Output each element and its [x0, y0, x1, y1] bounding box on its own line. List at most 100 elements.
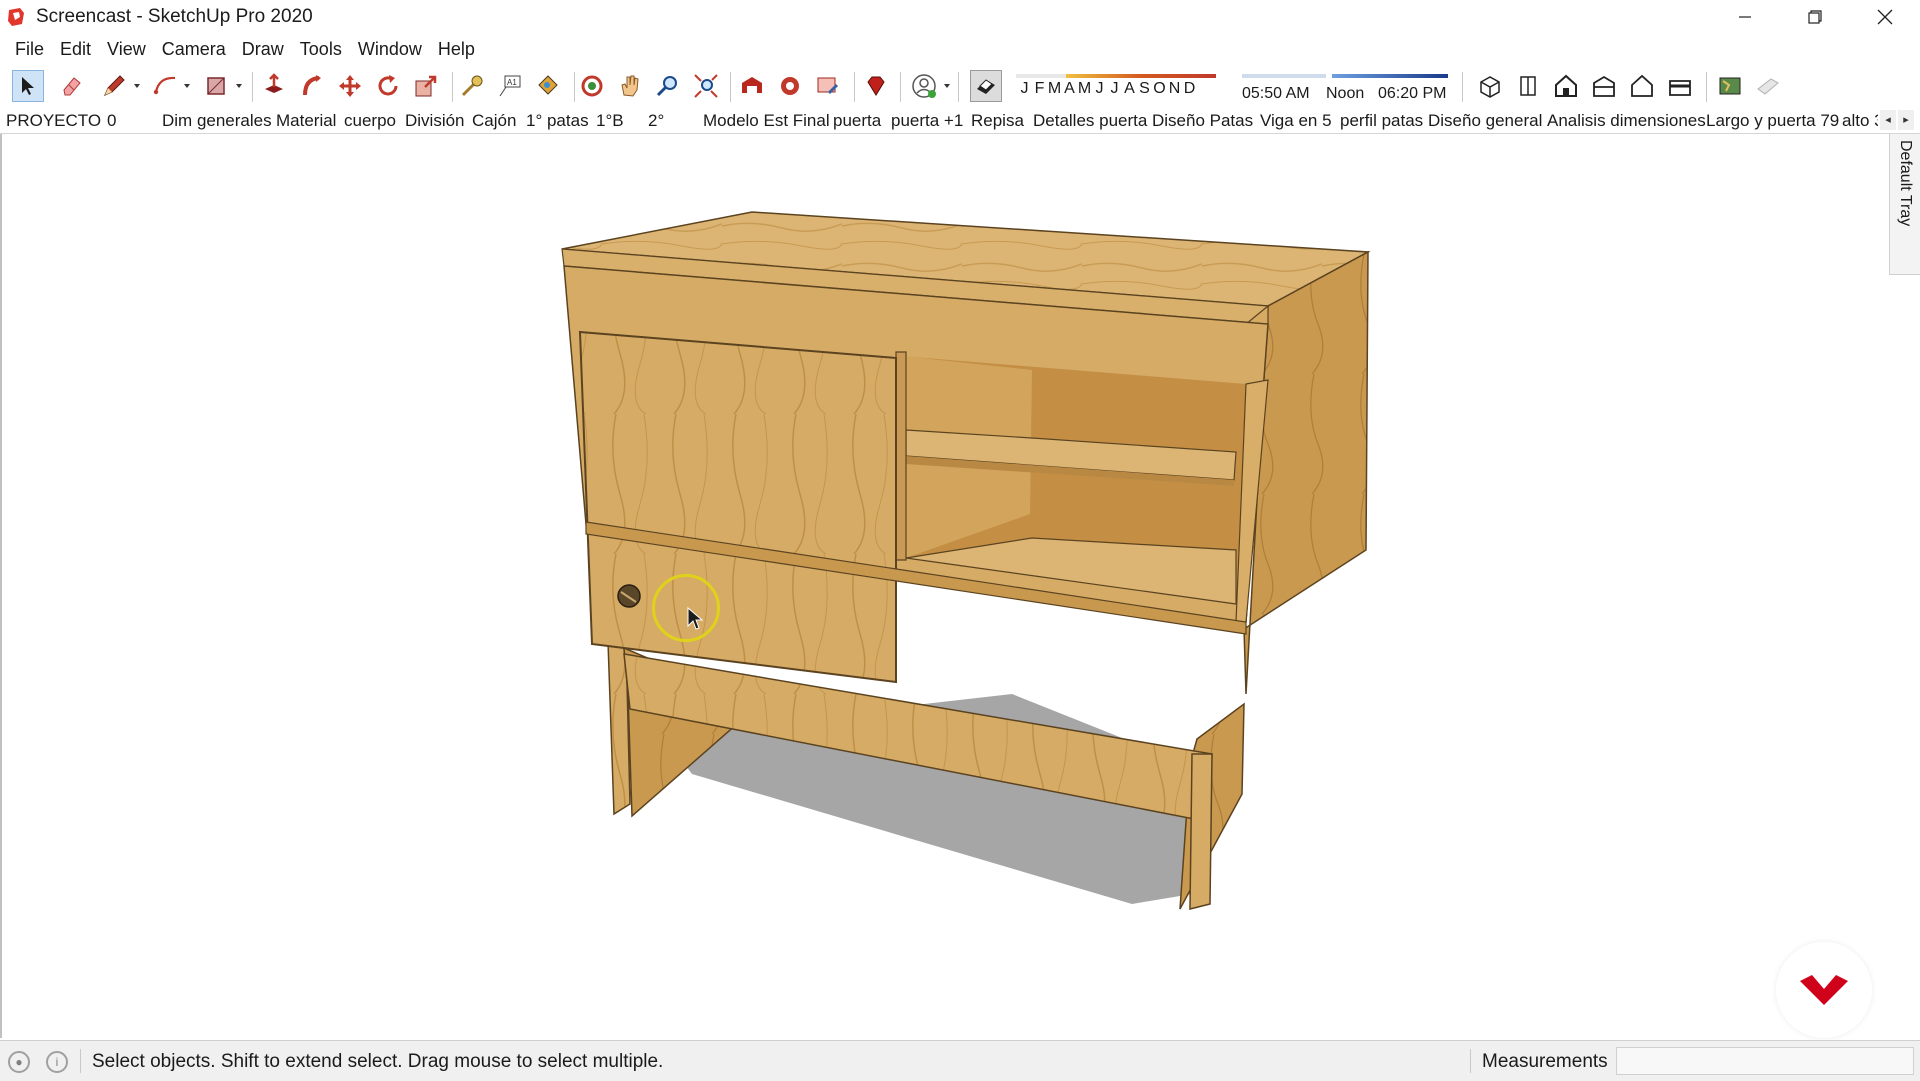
zoom-tool-button[interactable]	[652, 70, 684, 102]
model-viewport[interactable]	[0, 134, 1890, 1038]
menu-window[interactable]: Window	[350, 39, 430, 60]
arc-tool-button[interactable]	[150, 70, 182, 102]
center-divider	[895, 351, 907, 561]
sandbox-terrain-icon	[1757, 78, 1779, 95]
chevron-down-icon[interactable]	[134, 84, 140, 88]
menu-draw[interactable]: Draw	[234, 39, 292, 60]
tab-scene[interactable]: Dim generales	[162, 109, 272, 133]
follow-me-tool-button[interactable]	[296, 70, 328, 102]
menu-edit[interactable]: Edit	[52, 39, 99, 60]
menu-tools[interactable]: Tools	[292, 39, 350, 60]
account-icon	[912, 74, 936, 98]
scene-scroll-arrows: ◂ ▸	[1880, 110, 1914, 130]
svg-text:A1: A1	[507, 78, 517, 87]
extension-manager-button[interactable]	[860, 70, 892, 102]
push-pull-tool-button[interactable]	[258, 70, 290, 102]
pan-tool-button[interactable]	[614, 70, 646, 102]
shape-tool-button[interactable]	[200, 70, 232, 102]
scroll-right-button[interactable]: ▸	[1898, 110, 1914, 130]
measurements-input[interactable]	[1616, 1047, 1914, 1075]
view-right-button[interactable]	[1588, 70, 1620, 102]
warehouse-icon	[742, 77, 762, 93]
tab-scene[interactable]: Analisis dimensiones	[1547, 109, 1706, 133]
month-slider-track[interactable]	[1016, 72, 1216, 80]
paint-bucket-tool-button[interactable]	[532, 70, 564, 102]
view-top-button[interactable]	[1512, 70, 1544, 102]
chevron-down-icon[interactable]	[944, 84, 950, 88]
tab-scene[interactable]: Diseño Patas	[1152, 109, 1253, 133]
chevron-down-icon[interactable]	[184, 84, 190, 88]
text-tool-button[interactable]: A1	[494, 70, 526, 102]
month-label: M	[1077, 80, 1092, 97]
shadow-months: J F M A M J J A S O N D	[1017, 80, 1197, 104]
tab-scene[interactable]: PROYECTO	[6, 109, 101, 133]
cabinet-model[interactable]	[2, 134, 1890, 1038]
tab-scene[interactable]: cuerpo	[344, 109, 396, 133]
rotate-tool-button[interactable]	[372, 70, 404, 102]
menu-help[interactable]: Help	[430, 39, 483, 60]
tab-scene[interactable]: Material	[276, 109, 336, 133]
tab-scene[interactable]: Diseño general	[1428, 109, 1542, 133]
zoom-extents-tool-button[interactable]	[690, 70, 722, 102]
shadow-cube-icon	[977, 79, 995, 94]
line-tool-button[interactable]	[98, 70, 130, 102]
tab-scene[interactable]: Largo y puerta 79	[1706, 109, 1839, 133]
view-front-button[interactable]	[1550, 70, 1582, 102]
push-pull-icon	[265, 73, 283, 93]
account-button[interactable]	[908, 70, 940, 102]
tab-scene[interactable]: Repisa	[971, 109, 1024, 133]
eraser-icon	[63, 77, 81, 96]
month-label: O	[1153, 80, 1166, 97]
sandbox-button[interactable]	[1752, 70, 1784, 102]
tab-scene[interactable]: Modelo Est Final	[703, 109, 830, 133]
extension-warehouse-button[interactable]	[774, 70, 806, 102]
tab-scene[interactable]: perfil patas	[1340, 109, 1423, 133]
rectangle-icon	[207, 77, 225, 95]
view-iso-button[interactable]	[1474, 70, 1506, 102]
menu-file[interactable]: File	[7, 39, 52, 60]
text-label-icon: A1	[499, 75, 521, 97]
pan-hand-icon	[621, 75, 639, 97]
tab-scene-active[interactable]: Detalles puerta	[1033, 109, 1147, 133]
tab-scene[interactable]: 1°B	[596, 109, 624, 133]
tab-scene[interactable]: 1° patas	[526, 109, 589, 133]
default-tray-tab[interactable]: Default Tray	[1889, 134, 1920, 275]
tape-measure-tool-button[interactable]	[456, 70, 488, 102]
main-toolbar: A1	[0, 64, 1920, 108]
scroll-left-button[interactable]: ◂	[1880, 110, 1896, 130]
tab-scene[interactable]: alto 3	[1842, 109, 1878, 133]
measurements-label: Measurements	[1482, 1051, 1608, 1072]
move-tool-button[interactable]	[334, 70, 366, 102]
scale-tool-button[interactable]	[410, 70, 442, 102]
menu-view[interactable]: View	[99, 39, 154, 60]
eraser-tool-button[interactable]	[56, 70, 88, 102]
chevron-down-icon[interactable]	[236, 84, 242, 88]
3d-warehouse-button[interactable]	[736, 70, 768, 102]
door-knob[interactable]	[617, 584, 641, 608]
instructor-info-icon[interactable]: i	[46, 1051, 68, 1073]
tab-scene[interactable]: puerta	[833, 109, 881, 133]
tab-scene[interactable]: puerta +1	[891, 109, 963, 133]
shadows-toggle-button[interactable]	[970, 70, 1002, 102]
minimize-button[interactable]	[1710, 0, 1780, 34]
month-label: D	[1183, 80, 1196, 97]
tab-scene[interactable]: División	[405, 109, 465, 133]
close-button[interactable]	[1850, 0, 1920, 34]
view-left-button[interactable]	[1664, 70, 1696, 102]
geo-location-status-icon[interactable]: ●	[8, 1051, 30, 1073]
tab-scene[interactable]: Cajón	[472, 109, 516, 133]
month-label: S	[1139, 80, 1150, 97]
time-slider-track[interactable]	[1242, 72, 1448, 80]
tab-scene[interactable]: Viga en 5	[1260, 109, 1332, 133]
restore-button[interactable]	[1780, 0, 1850, 34]
close-icon	[1877, 9, 1893, 25]
orbit-tool-button[interactable]	[576, 70, 608, 102]
geo-location-button[interactable]	[1714, 70, 1746, 102]
tab-scene[interactable]: 2°	[648, 109, 664, 133]
tab-scene[interactable]: 0	[107, 109, 116, 133]
select-tool-button[interactable]	[12, 70, 44, 102]
cabinet-door[interactable]	[578, 330, 897, 684]
view-back-button[interactable]	[1626, 70, 1658, 102]
menu-camera[interactable]: Camera	[154, 39, 234, 60]
layout-send-button[interactable]	[812, 70, 844, 102]
